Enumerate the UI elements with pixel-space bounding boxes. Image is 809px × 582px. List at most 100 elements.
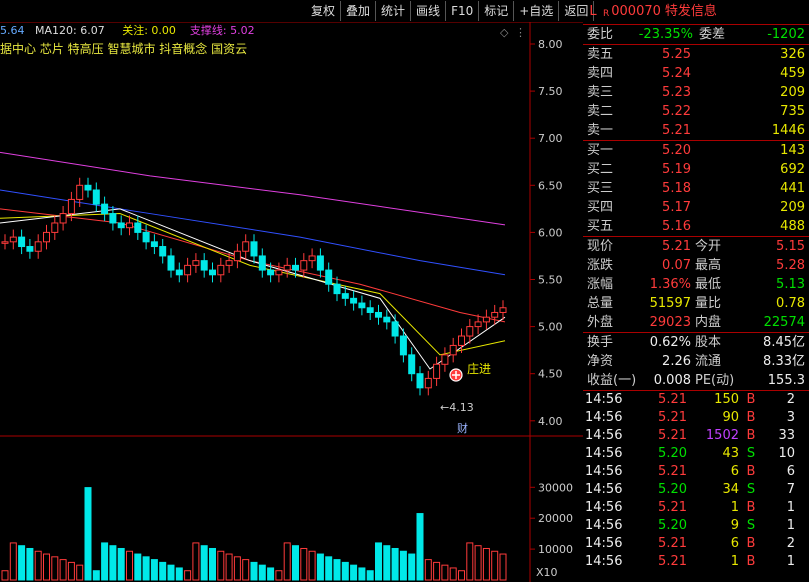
overlay-button[interactable]: 叠加 — [341, 1, 377, 21]
quote-value: 5.28 — [776, 258, 805, 273]
tick-time: 14:56 — [585, 536, 623, 551]
volume-bar — [333, 559, 341, 581]
tick-price: 5.21 — [658, 392, 687, 407]
tick-count: 1 — [786, 500, 795, 515]
mark-button[interactable]: 标记 — [479, 1, 515, 21]
book-price: 5.18 — [662, 181, 691, 196]
focus-value: 关注: 0.00 — [122, 24, 176, 36]
quote-row: 涨幅 1.36% 最低 5.13 — [583, 275, 809, 294]
tick-direction: B — [746, 410, 756, 425]
candle-body — [26, 246, 34, 252]
tick-row: 14:56 5.20 9 S 1 — [583, 517, 809, 535]
book-volume: 692 — [780, 162, 805, 177]
statistics-button[interactable]: 统计 — [376, 1, 412, 21]
volume-bar — [142, 556, 150, 581]
candle-body — [474, 321, 482, 328]
tick-price: 5.21 — [658, 464, 687, 479]
tick-direction: S — [746, 482, 756, 497]
candle-body — [316, 255, 324, 271]
candle-body — [350, 297, 358, 304]
volume-bar — [399, 550, 407, 581]
book-price: 5.25 — [662, 47, 691, 62]
volume-bar — [258, 564, 266, 581]
volume-bar — [76, 564, 84, 581]
tick-price: 5.20 — [658, 482, 687, 497]
volume-bar — [175, 567, 183, 581]
stat-value: 0.008 — [653, 373, 691, 388]
tick-count: 1 — [786, 554, 795, 569]
candle-body — [126, 222, 133, 229]
tick-volume: 150 — [714, 392, 739, 407]
volume-bar — [192, 542, 200, 581]
stat-label: PE(动) — [695, 373, 735, 388]
candle-body — [150, 241, 158, 248]
kline-chart[interactable]: 8.00 7.50 7.00 6.50 6.00 5.50 5.00 4.50 4.00 300… — [0, 22, 583, 582]
book-level-label: 卖二 — [587, 104, 614, 119]
book-price: 5.16 — [662, 219, 691, 234]
book-price: 5.21 — [662, 123, 691, 138]
candle-body — [341, 293, 349, 299]
quote-row: 现价 5.21 今开 5.15 — [583, 237, 809, 256]
quote-value: 0.78 — [776, 296, 805, 311]
zhuangjin-label: 庄进 — [467, 361, 491, 376]
volume-bar — [341, 561, 349, 581]
volume-bar — [242, 559, 250, 581]
quote-label: 涨幅 — [587, 277, 614, 292]
quote-label: 外盘 — [587, 315, 614, 330]
volume-bar — [200, 545, 208, 581]
tick-time: 14:56 — [585, 428, 623, 443]
candle-body — [233, 250, 241, 262]
financial-report-marker[interactable]: 财 — [457, 421, 468, 435]
volume-bar — [491, 550, 499, 581]
volume-bar — [59, 559, 67, 581]
volume-bar — [358, 567, 366, 581]
book-volume: 735 — [780, 104, 805, 119]
tick-row: 14:56 5.21 6 B 6 — [583, 463, 809, 481]
price-tick-label: 7.00 — [538, 132, 563, 145]
candle-body — [449, 344, 457, 356]
commission-ratio: -23.35% — [638, 27, 693, 42]
ask-row: 卖四 5.24 459 — [583, 64, 809, 83]
quote-label: 今开 — [695, 239, 722, 254]
stat-label: 净资 — [587, 354, 614, 369]
volume-bar — [441, 564, 449, 581]
stat-value: 8.33亿 — [763, 354, 805, 369]
fuquan-button[interactable]: 复权 — [306, 1, 342, 21]
stat-row: 净资 2.26 流通 8.33亿 — [583, 352, 809, 371]
volume-bar — [167, 564, 175, 581]
volume-bar — [109, 545, 117, 581]
tick-direction: B — [746, 536, 756, 551]
tick-volume: 43 — [722, 446, 739, 461]
tick-price: 5.21 — [658, 428, 687, 443]
price-tick-label: 5.00 — [538, 321, 563, 334]
low-annotation: ←4.13 — [440, 401, 474, 414]
volume-bar — [499, 553, 507, 581]
tick-direction: S — [746, 446, 756, 461]
volume-axis: 30000 20000 10000 — [530, 481, 573, 556]
stock-code: 000070 — [611, 4, 661, 19]
tick-time: 14:56 — [585, 410, 623, 425]
tick-price: 5.21 — [658, 410, 687, 425]
book-volume: 488 — [780, 219, 805, 234]
candle-body — [416, 373, 424, 389]
book-price: 5.19 — [662, 162, 691, 177]
bid-row: 买四 5.17 209 — [583, 198, 809, 217]
candle-body — [491, 311, 499, 318]
f10-button[interactable]: F10 — [446, 1, 480, 21]
volume-bar — [233, 556, 241, 581]
price-tick-label: 4.00 — [538, 415, 563, 428]
draw-line-button[interactable]: 画线 — [411, 1, 447, 21]
book-volume: 143 — [780, 143, 805, 158]
tick-volume: 9 — [730, 518, 739, 533]
tick-direction: B — [746, 554, 756, 569]
add-watchlist-button[interactable]: +自选 — [514, 1, 560, 21]
stat-label: 收益(一) — [587, 373, 637, 388]
ma-line — [0, 213, 506, 356]
quote-value: 29023 — [649, 315, 691, 330]
tick-volume: 34 — [722, 482, 739, 497]
volume-tick-label: 10000 — [538, 543, 573, 556]
candle-body — [499, 307, 507, 313]
tick-time: 14:56 — [585, 392, 623, 407]
candle-body — [258, 255, 266, 271]
quote-value: 5.15 — [776, 239, 805, 254]
